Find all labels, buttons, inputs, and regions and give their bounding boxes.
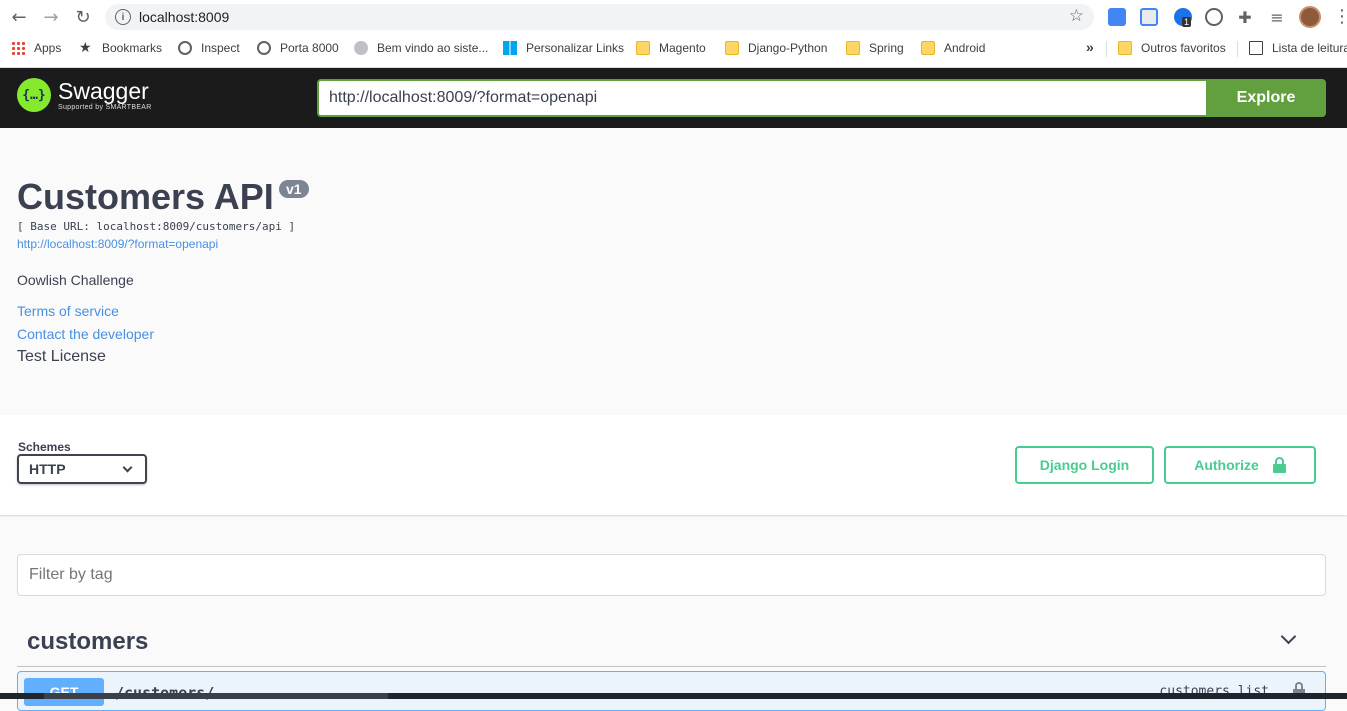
star-icon: ★ bbox=[79, 40, 92, 56]
address-url[interactable]: localhost:8009 bbox=[139, 9, 229, 25]
contact-developer-link[interactable]: Contact the developer bbox=[17, 326, 154, 342]
version-badge: v1 bbox=[279, 180, 309, 198]
bookmarks-bar: Apps ★ Bookmarks Inspect Porta 8000 Bem … bbox=[0, 36, 1347, 62]
bookmark-label: Android bbox=[944, 41, 986, 55]
site-info-icon[interactable]: i bbox=[115, 9, 131, 25]
forward-arrow-icon[interactable]: → bbox=[40, 6, 62, 28]
browser-nav-row: ← → ↻ i localhost:8009 ☆ 1 ✚ ≡ ⋮ bbox=[0, 0, 1347, 34]
bookmarks-divider bbox=[1237, 41, 1238, 57]
swagger-logo-text: Swagger Supported by SMARTBEAR bbox=[58, 79, 152, 111]
bookmark-magento[interactable]: Magento bbox=[636, 41, 706, 55]
swagger-logo-title: Swagger bbox=[58, 78, 149, 104]
bookmark-star-icon[interactable]: ☆ bbox=[1069, 6, 1084, 26]
bookmark-label: Apps bbox=[34, 41, 62, 55]
folder-icon bbox=[1118, 41, 1132, 55]
authorize-label: Authorize bbox=[1194, 457, 1259, 473]
bookmark-bem-vindo[interactable]: Bem vindo ao siste... bbox=[354, 41, 488, 55]
folder-icon bbox=[636, 41, 650, 55]
swagger-logo-subtitle: Supported by SMARTBEAR bbox=[58, 104, 152, 111]
license-text: Test License bbox=[17, 348, 106, 365]
address-bar[interactable]: i localhost:8009 ☆ bbox=[105, 4, 1094, 30]
schemes-select[interactable]: HTTP bbox=[17, 454, 147, 484]
windows-icon bbox=[503, 41, 517, 55]
folder-icon bbox=[921, 41, 935, 55]
bookmark-label: Personalizar Links bbox=[526, 41, 625, 55]
globe-icon bbox=[178, 41, 192, 55]
bookmark-apps[interactable]: Apps bbox=[11, 41, 61, 55]
os-taskbar bbox=[0, 693, 1347, 699]
bookmark-spring[interactable]: Spring bbox=[846, 41, 904, 55]
bookmark-label: Outros favoritos bbox=[1141, 41, 1226, 55]
filter-by-tag-input[interactable] bbox=[17, 554, 1326, 596]
swagger-logo[interactable]: {…} Swagger Supported by SMARTBEAR bbox=[17, 78, 152, 112]
extension-chat-icon[interactable] bbox=[1205, 8, 1223, 26]
spec-url-input[interactable] bbox=[317, 79, 1207, 117]
bookmark-label: Bookmarks bbox=[102, 41, 163, 55]
tag-title[interactable]: customers bbox=[27, 628, 148, 656]
browser-chrome: ← → ↻ i localhost:8009 ☆ 1 ✚ ≡ ⋮ Apps ★ … bbox=[0, 0, 1347, 68]
folder-icon bbox=[725, 41, 739, 55]
api-description: Oowlish Challenge bbox=[17, 272, 134, 288]
bookmark-label: Django-Python bbox=[748, 41, 828, 55]
tag-section-customers[interactable]: customers bbox=[17, 620, 1326, 667]
extension-badge: 1 bbox=[1182, 17, 1192, 27]
media-queue-icon[interactable]: ≡ bbox=[1266, 6, 1288, 28]
profile-avatar[interactable] bbox=[1299, 6, 1321, 28]
base-url: [ Base URL: localhost:8009/customers/api… bbox=[17, 220, 296, 233]
bookmark-outros-favoritos[interactable]: Outros favoritos bbox=[1118, 41, 1226, 55]
schemes-selected-value: HTTP bbox=[29, 461, 66, 477]
globe-icon bbox=[257, 41, 271, 55]
reload-icon[interactable]: ↻ bbox=[72, 6, 94, 28]
bookmark-label: Bem vindo ao siste... bbox=[377, 41, 489, 55]
scheme-container: Schemes HTTP Django Login Authorize bbox=[0, 415, 1347, 515]
swagger-logo-icon: {…} bbox=[17, 78, 51, 112]
bookmarks-divider bbox=[1106, 41, 1107, 57]
extension-globe-icon[interactable]: 1 bbox=[1174, 8, 1192, 27]
bookmark-android[interactable]: Android bbox=[921, 41, 985, 55]
extension-calendar-icon[interactable] bbox=[1108, 8, 1126, 26]
explore-button[interactable]: Explore bbox=[1206, 79, 1326, 117]
browser-menu-icon[interactable]: ⋮ bbox=[1333, 6, 1347, 27]
apps-grid-icon bbox=[11, 41, 25, 55]
chevron-down-icon[interactable] bbox=[1280, 628, 1297, 645]
extensions-puzzle-icon[interactable]: ✚ bbox=[1234, 6, 1256, 28]
lock-icon bbox=[1272, 457, 1286, 473]
chevron-down-icon bbox=[122, 462, 133, 473]
reading-list-button[interactable]: Lista de leitura bbox=[1249, 41, 1347, 55]
spec-link[interactable]: http://localhost:8009/?format=openapi bbox=[17, 237, 218, 251]
bookmark-porta-8000[interactable]: Porta 8000 bbox=[257, 41, 339, 55]
back-arrow-icon[interactable]: ← bbox=[8, 6, 30, 28]
folder-icon bbox=[846, 41, 860, 55]
bookmark-label: Inspect bbox=[201, 41, 240, 55]
bookmarks-overflow-button[interactable]: » bbox=[1086, 39, 1094, 55]
bookmark-label: Spring bbox=[869, 41, 904, 55]
schemes-label: Schemes bbox=[18, 440, 71, 454]
reading-list-label: Lista de leitura bbox=[1272, 41, 1347, 55]
bookmark-label: Magento bbox=[659, 41, 706, 55]
api-title: Customers API bbox=[17, 176, 274, 217]
swagger-topbar: {…} Swagger Supported by SMARTBEAR Explo… bbox=[0, 68, 1347, 128]
reading-list-icon bbox=[1249, 41, 1263, 55]
extension-translate-icon[interactable] bbox=[1140, 8, 1158, 26]
bookmark-label: Porta 8000 bbox=[280, 41, 339, 55]
site-icon bbox=[354, 41, 368, 55]
method-badge: GET bbox=[24, 678, 104, 706]
bookmark-inspect[interactable]: Inspect bbox=[178, 41, 240, 55]
terms-of-service-link[interactable]: Terms of service bbox=[17, 303, 119, 319]
operation-get-customers[interactable]: GET /customers/ customers_list bbox=[17, 671, 1326, 711]
taskbar-segment bbox=[44, 693, 388, 699]
django-login-button[interactable]: Django Login bbox=[1015, 446, 1154, 484]
authorize-button[interactable]: Authorize bbox=[1164, 446, 1316, 484]
bookmark-django-python[interactable]: Django-Python bbox=[725, 41, 827, 55]
bookmark-bookmarks[interactable]: ★ Bookmarks bbox=[79, 41, 162, 55]
bookmark-personalizar-links[interactable]: Personalizar Links bbox=[503, 41, 624, 55]
